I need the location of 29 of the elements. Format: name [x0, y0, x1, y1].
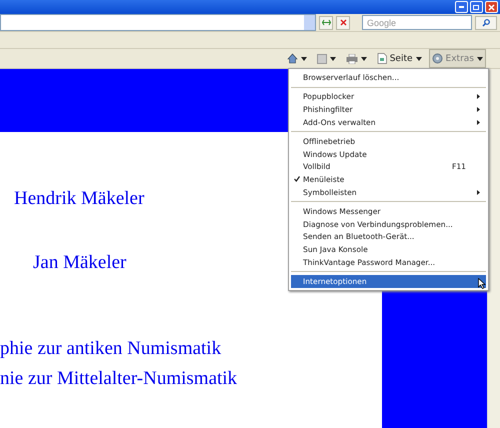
page-menu-button[interactable]: Seite — [374, 49, 425, 68]
minimize-icon — [459, 6, 464, 8]
close-button[interactable] — [485, 1, 498, 13]
stop-icon — [340, 19, 346, 26]
bibliography-link[interactable]: phie zur antiken Numismatik — [0, 338, 222, 360]
close-icon — [488, 4, 495, 10]
search-field[interactable]: Google — [362, 15, 472, 30]
caret-icon — [330, 56, 336, 60]
minimize-button[interactable] — [455, 1, 468, 13]
search-button[interactable] — [475, 16, 497, 30]
address-field[interactable] — [0, 14, 316, 31]
gear-icon — [432, 53, 443, 64]
caret-icon — [300, 56, 307, 60]
author-name: Jan Mäkeler — [32, 252, 126, 274]
caret-icon — [477, 56, 483, 60]
page-icon — [376, 53, 387, 64]
search-icon — [482, 18, 490, 26]
stop-button[interactable] — [336, 16, 350, 30]
caret-icon — [360, 56, 367, 60]
printer-icon — [346, 54, 358, 64]
scrollbar[interactable] — [487, 69, 500, 428]
refresh-icon — [322, 19, 330, 26]
home-icon — [286, 53, 298, 64]
restore-icon — [473, 4, 480, 10]
author-name: Hendrik Mäkeler — [13, 188, 144, 210]
refresh-button[interactable] — [319, 16, 333, 30]
bibliography-link[interactable]: nie zur Mittelalter-Numismatik — [0, 368, 238, 390]
restore-button[interactable] — [470, 1, 483, 13]
caret-icon — [416, 56, 422, 60]
